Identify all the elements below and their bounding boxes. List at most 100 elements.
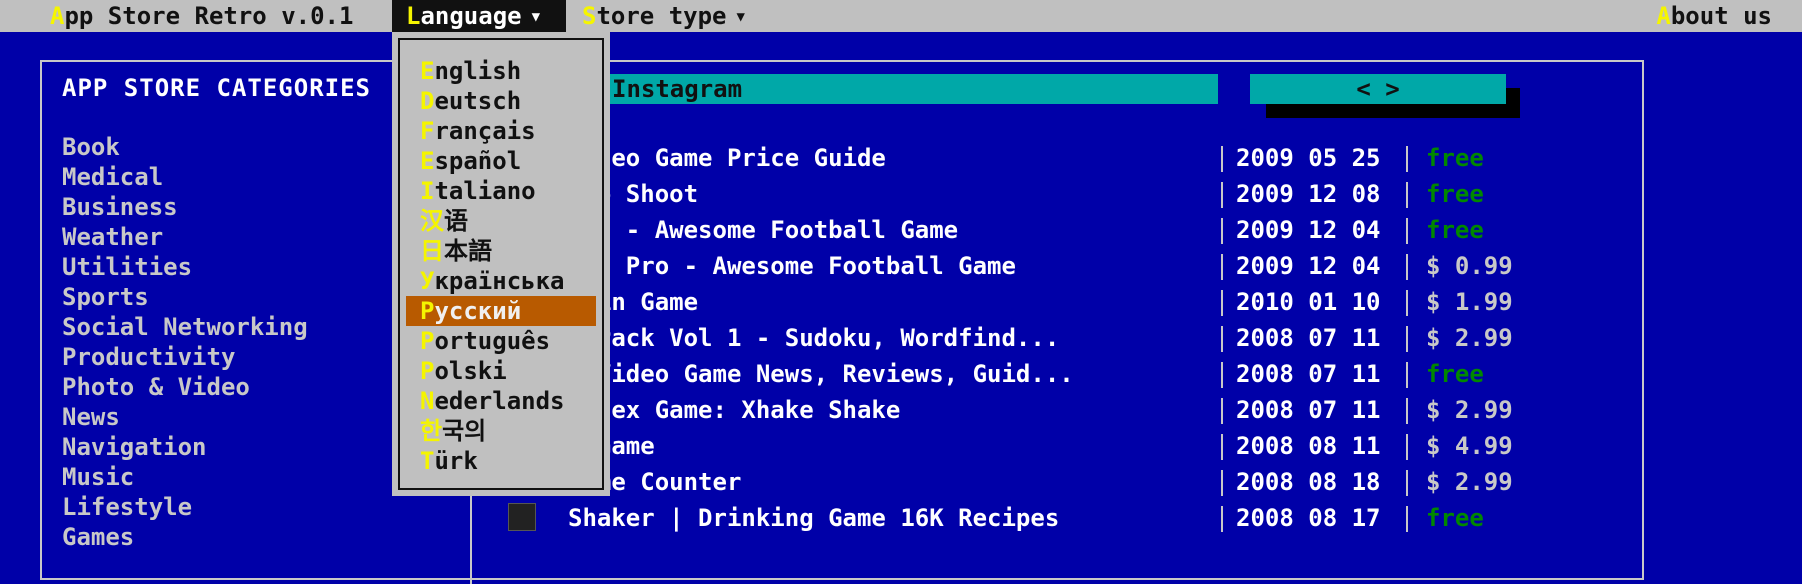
column-divider — [1406, 290, 1408, 316]
category-item[interactable]: Book — [62, 132, 308, 162]
store-type-menu[interactable]: Store type ▼ — [582, 0, 745, 32]
language-option[interactable]: 汉语 — [406, 206, 596, 236]
category-item[interactable]: Sports — [62, 282, 308, 312]
category-item[interactable]: Navigation — [62, 432, 308, 462]
column-divider — [1221, 326, 1223, 352]
app-row[interactable]: Game Counter 2008 08 18 $ 2.99 — [488, 464, 1628, 500]
app-date: 2009 12 08 — [1236, 180, 1381, 208]
language-option[interactable]: Français — [406, 116, 596, 146]
category-item[interactable]: Social Networking — [62, 312, 308, 342]
language-option-hotkey: N — [420, 387, 435, 415]
app-price: $ 2.99 — [1426, 396, 1513, 424]
language-option-hotkey: E — [420, 147, 435, 175]
language-menu[interactable]: Language ▼ — [392, 0, 566, 32]
column-divider — [1221, 398, 1223, 424]
app-date: 2009 12 04 — [1236, 252, 1381, 280]
app-name: LS! - Awesome Football Game — [568, 216, 959, 244]
language-option-label: країнська — [434, 267, 565, 295]
language-option-hotkey: F — [420, 117, 435, 145]
app-row[interactable]: d Game 2008 08 11 $ 4.99 — [488, 428, 1628, 464]
language-option-hotkey: 日 — [420, 237, 444, 265]
language-option[interactable]: English — [406, 56, 596, 86]
app-row[interactable]: Video Game Price Guide 2009 05 25 free — [488, 140, 1628, 176]
app-name: : Video Game News, Reviews, Guid... — [568, 360, 1074, 388]
language-option-hotkey: P — [420, 357, 435, 385]
language-option-label: усский — [434, 297, 522, 325]
language-option[interactable]: Nederlands — [406, 386, 596, 416]
category-item[interactable]: Lifestyle — [62, 492, 308, 522]
chevron-down-icon: ▼ — [736, 9, 745, 25]
category-list: Book Medical Business Weather Utilities Sport… — [62, 132, 308, 552]
about-menu[interactable]: About us — [1656, 0, 1772, 32]
app-price: $ 0.99 — [1426, 252, 1513, 280]
language-option[interactable]: Українська — [406, 266, 596, 296]
app-icon — [508, 503, 536, 531]
column-divider — [1406, 146, 1408, 172]
language-option[interactable]: Русский — [406, 296, 596, 326]
app-name: eflex Game: Xhake Shake — [568, 396, 901, 424]
language-option[interactable]: 한국의 — [406, 416, 596, 446]
category-item[interactable]: Productivity — [62, 342, 308, 372]
app-row[interactable]: tro Shoot 2009 12 08 free — [488, 176, 1628, 212]
column-divider — [1221, 146, 1223, 172]
pager-buttons[interactable]: < > — [1250, 74, 1506, 104]
language-option[interactable]: 日本語 — [406, 236, 596, 266]
language-option-label: ederlands — [434, 387, 565, 415]
app-row[interactable]: LS! Pro - Awesome Football Game 2009 12 0… — [488, 248, 1628, 284]
app-list: Video Game Price Guide 2009 05 25 free tro … — [488, 140, 1628, 580]
column-divider — [1221, 290, 1223, 316]
language-option-hotkey: T — [420, 447, 435, 475]
app-row[interactable]: : Video Game News, Reviews, Guid... 2008 … — [488, 356, 1628, 392]
category-item[interactable]: News — [62, 402, 308, 432]
app-title-menu[interactable]: App Store Retro v.0.1 — [50, 0, 353, 32]
app-price: free — [1426, 180, 1484, 208]
language-option[interactable]: Deutsch — [406, 86, 596, 116]
category-item[interactable]: Weather — [62, 222, 308, 252]
column-divider — [1221, 254, 1223, 280]
app-row[interactable]: chin Game 2010 01 10 $ 1.99 — [488, 284, 1628, 320]
language-option-label: 국의 — [442, 417, 487, 445]
language-option[interactable]: Español — [406, 146, 596, 176]
app-price: $ 2.99 — [1426, 468, 1513, 496]
app-price: free — [1426, 360, 1484, 388]
app-name: LS! Pro - Awesome Football Game — [568, 252, 1016, 280]
column-divider — [1406, 434, 1408, 460]
about-label: bout us — [1670, 2, 1772, 30]
app-price: free — [1426, 144, 1484, 172]
category-item[interactable]: Music — [62, 462, 308, 492]
language-option[interactable]: Türk — [406, 446, 596, 476]
app-price: $ 4.99 — [1426, 432, 1513, 460]
category-item[interactable]: Business — [62, 192, 308, 222]
language-option[interactable]: Polski — [406, 356, 596, 386]
category-item[interactable]: Photo & Video — [62, 372, 308, 402]
app-date: 2008 07 11 — [1236, 396, 1381, 424]
language-dropdown: English Deutsch Français Español Italiano 汉语日… — [392, 32, 610, 496]
app-title-label: pp Store Retro v.0.1 — [64, 2, 354, 30]
app-row[interactable]: Shaker | Drinking Game 16K Recipes 2008 0… — [488, 500, 1628, 536]
search-input[interactable]: Instagram — [600, 74, 1218, 104]
language-option-label: taliano — [434, 177, 536, 205]
column-divider — [1221, 362, 1223, 388]
column-divider — [1221, 470, 1223, 496]
app-row[interactable]: eflex Game: Xhake Shake 2008 07 11 $ 2.99 — [488, 392, 1628, 428]
about-hotkey: A — [1656, 2, 1671, 30]
language-option-hotkey: У — [420, 267, 435, 295]
category-item[interactable]: Medical — [62, 162, 308, 192]
column-divider — [1406, 326, 1408, 352]
language-option-hotkey: D — [420, 87, 435, 115]
app-name: Video Game Price Guide — [568, 144, 886, 172]
app-row[interactable]: LS! - Awesome Football Game 2009 12 04 fre… — [488, 212, 1628, 248]
categories-title: APP STORE CATEGORIES — [62, 74, 371, 102]
language-option-label: ürk — [434, 447, 478, 475]
chevron-down-icon: ▼ — [531, 9, 541, 25]
category-item[interactable]: Games — [62, 522, 308, 552]
language-option[interactable]: Italiano — [406, 176, 596, 206]
language-option-hotkey: 汉 — [420, 207, 444, 235]
app-row[interactable]: e Pack Vol 1 - Sudoku, Wordfind... 2008 0… — [488, 320, 1628, 356]
app-date: 2008 07 11 — [1236, 324, 1381, 352]
language-option-label: eutsch — [434, 87, 522, 115]
language-option-label: nglish — [434, 57, 522, 85]
category-item[interactable]: Utilities — [62, 252, 308, 282]
column-divider — [1406, 506, 1408, 532]
language-option[interactable]: Português — [406, 326, 596, 356]
